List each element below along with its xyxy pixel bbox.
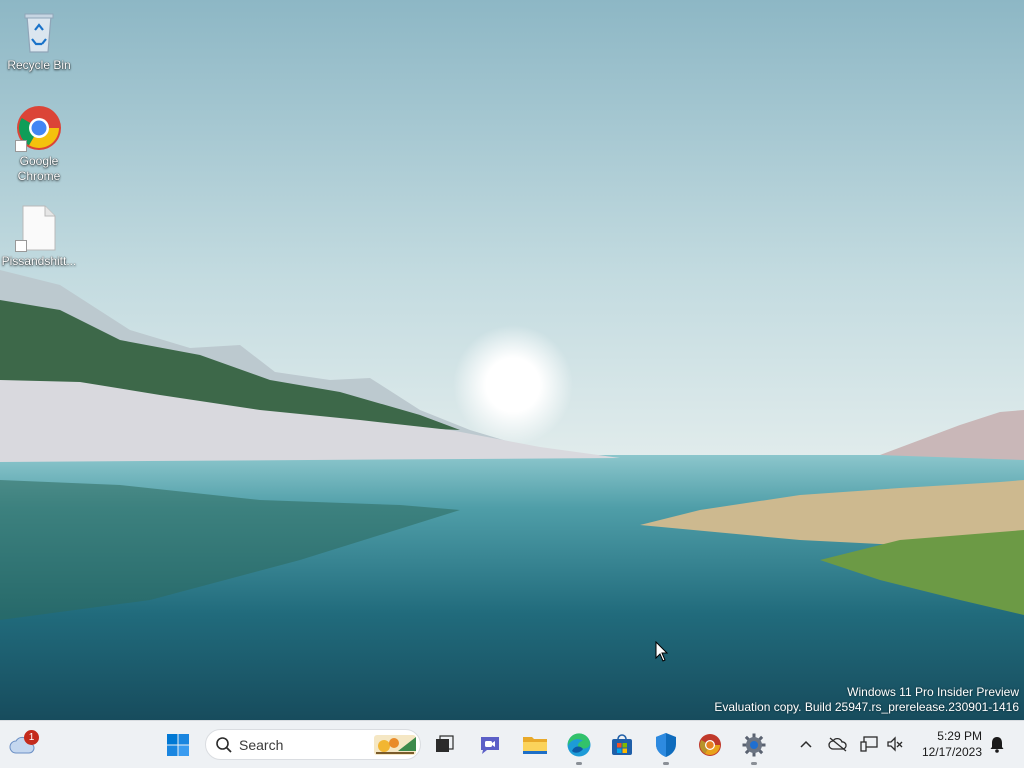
file-explorer-button[interactable] <box>515 725 555 765</box>
chrome-icon <box>699 734 721 756</box>
gear-icon <box>742 733 766 757</box>
evaluation-watermark: Windows 11 Pro Insider Preview Evaluatio… <box>714 685 1019 715</box>
notification-badge: 1 <box>24 730 39 745</box>
notifications-button[interactable] <box>986 733 1008 755</box>
chat-button[interactable] <box>470 725 510 765</box>
watermark-line-1: Windows 11 Pro Insider Preview <box>847 685 1019 699</box>
volume-tray-button[interactable] <box>884 733 906 755</box>
clock-time: 5:29 PM <box>937 729 982 743</box>
watermark-line-2: Evaluation copy. Build 25947.rs_prerelea… <box>714 700 1019 714</box>
file-desktop-icon[interactable]: Pissandshitt... <box>0 204 78 269</box>
file-label: Pissandshitt... <box>1 254 77 268</box>
clock-button[interactable]: 5:29 PM 12/17/2023 <box>922 728 982 760</box>
taskbar: 1 Search 5:29 PM 12/17/2023 <box>0 720 1024 768</box>
chrome-taskbar-button[interactable] <box>690 725 730 765</box>
task-view-icon <box>436 735 454 752</box>
volume-muted-icon <box>887 736 903 752</box>
store-icon <box>612 734 632 755</box>
chat-icon <box>481 737 499 754</box>
taskbar-search-box[interactable]: Search <box>205 729 421 760</box>
network-icon <box>860 736 878 752</box>
edge-button[interactable] <box>559 725 599 765</box>
search-label: Search <box>239 736 284 753</box>
windows-security-button[interactable] <box>646 725 686 765</box>
onedrive-tray-button[interactable] <box>827 733 849 755</box>
chrome-desktop-icon[interactable]: Google Chrome <box>0 104 78 184</box>
onedrive-offline-icon <box>828 737 847 752</box>
recycle-bin-label: Recycle Bin <box>7 58 71 72</box>
start-button[interactable] <box>158 725 198 765</box>
mouse-cursor-icon <box>655 641 669 662</box>
chrome-icon <box>15 104 63 152</box>
network-tray-button[interactable] <box>858 733 880 755</box>
desktop[interactable]: Recycle Bin Google Chrome Pissandshitt..… <box>0 0 1024 720</box>
shortcut-arrow-icon <box>15 240 27 252</box>
chevron-up-icon <box>800 740 812 748</box>
search-icon <box>216 736 232 753</box>
recycle-bin-desktop-icon[interactable]: Recycle Bin <box>0 8 78 73</box>
shield-icon <box>656 733 676 757</box>
show-hidden-icons-button[interactable] <box>795 733 817 755</box>
windows-start-icon <box>167 734 189 756</box>
search-highlight-icon <box>374 735 416 755</box>
settings-button[interactable] <box>734 725 774 765</box>
chrome-label: Google Chrome <box>17 154 61 183</box>
microsoft-store-button[interactable] <box>602 725 642 765</box>
weather-widget-button[interactable]: 1 <box>2 725 42 765</box>
folder-icon <box>523 737 547 754</box>
bell-icon <box>990 737 1004 753</box>
file-icon <box>15 204 63 252</box>
recycle-bin-icon <box>15 8 63 56</box>
clock-date: 12/17/2023 <box>921 745 982 759</box>
wallpaper <box>0 0 1024 720</box>
task-view-button[interactable] <box>424 725 464 765</box>
edge-icon <box>567 733 591 757</box>
shortcut-arrow-icon <box>15 140 27 152</box>
